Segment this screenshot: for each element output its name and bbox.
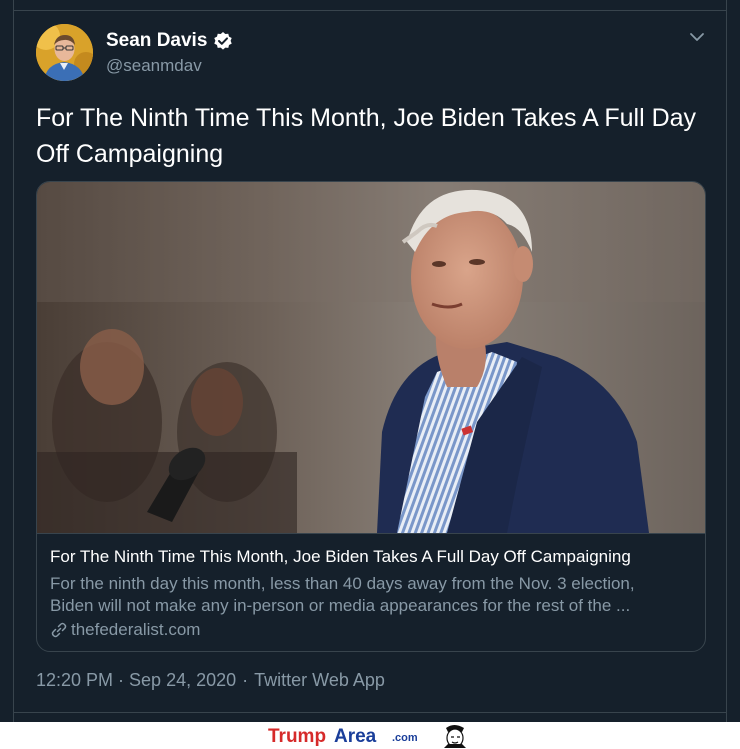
card-domain[interactable]: thefederalist.com: [50, 619, 698, 641]
tweet-source[interactable]: Twitter Web App: [254, 670, 385, 691]
verified-badge-icon: [213, 31, 233, 51]
site-watermark: Trump Area .com: [268, 724, 478, 748]
tweet-divider-bottom: [13, 712, 727, 713]
card-image[interactable]: [37, 182, 705, 533]
card-domain-text: thefederalist.com: [71, 620, 201, 639]
timeline-border-right: [726, 0, 727, 722]
card-divider: [37, 533, 705, 534]
watermark-area: Area: [334, 726, 377, 747]
watermark-mascot-icon: [432, 724, 472, 748]
watermark-trump: Trump: [268, 726, 327, 747]
watermark-com: .com: [392, 732, 418, 744]
tweet-timestamp[interactable]: 12:20 PM · Sep 24, 2020: [36, 670, 236, 691]
card-title[interactable]: For The Ninth Time This Month, Joe Biden…: [50, 546, 698, 568]
tweet-panel: Sean Davis @seanmdav For The Ninth Time …: [0, 0, 740, 722]
card-body: For The Ninth Time This Month, Joe Biden…: [50, 546, 698, 641]
link-icon: [50, 621, 68, 639]
card-description-line-1: For the ninth day this month, less than …: [50, 574, 635, 593]
tweet-text: For The Ninth Time This Month, Joe Biden…: [36, 104, 697, 168]
chevron-down-icon[interactable]: [688, 30, 706, 44]
avatar[interactable]: [36, 24, 93, 81]
tweet-meta: 12:20 PM · Sep 24, 2020 · Twitter Web Ap…: [36, 670, 385, 691]
tweet-divider-top: [13, 10, 727, 11]
tweet-author: Sean Davis @seanmdav: [106, 30, 233, 76]
card-description: For the ninth day this month, less than …: [50, 573, 698, 617]
display-name[interactable]: Sean Davis: [106, 30, 207, 52]
link-preview-card[interactable]: For The Ninth Time This Month, Joe Biden…: [36, 181, 706, 652]
user-handle[interactable]: @seanmdav: [106, 56, 233, 76]
timeline-border-left: [13, 0, 14, 722]
card-description-line-2: Biden will not make any in-person or med…: [50, 596, 631, 615]
meta-separator: ·: [242, 670, 249, 690]
